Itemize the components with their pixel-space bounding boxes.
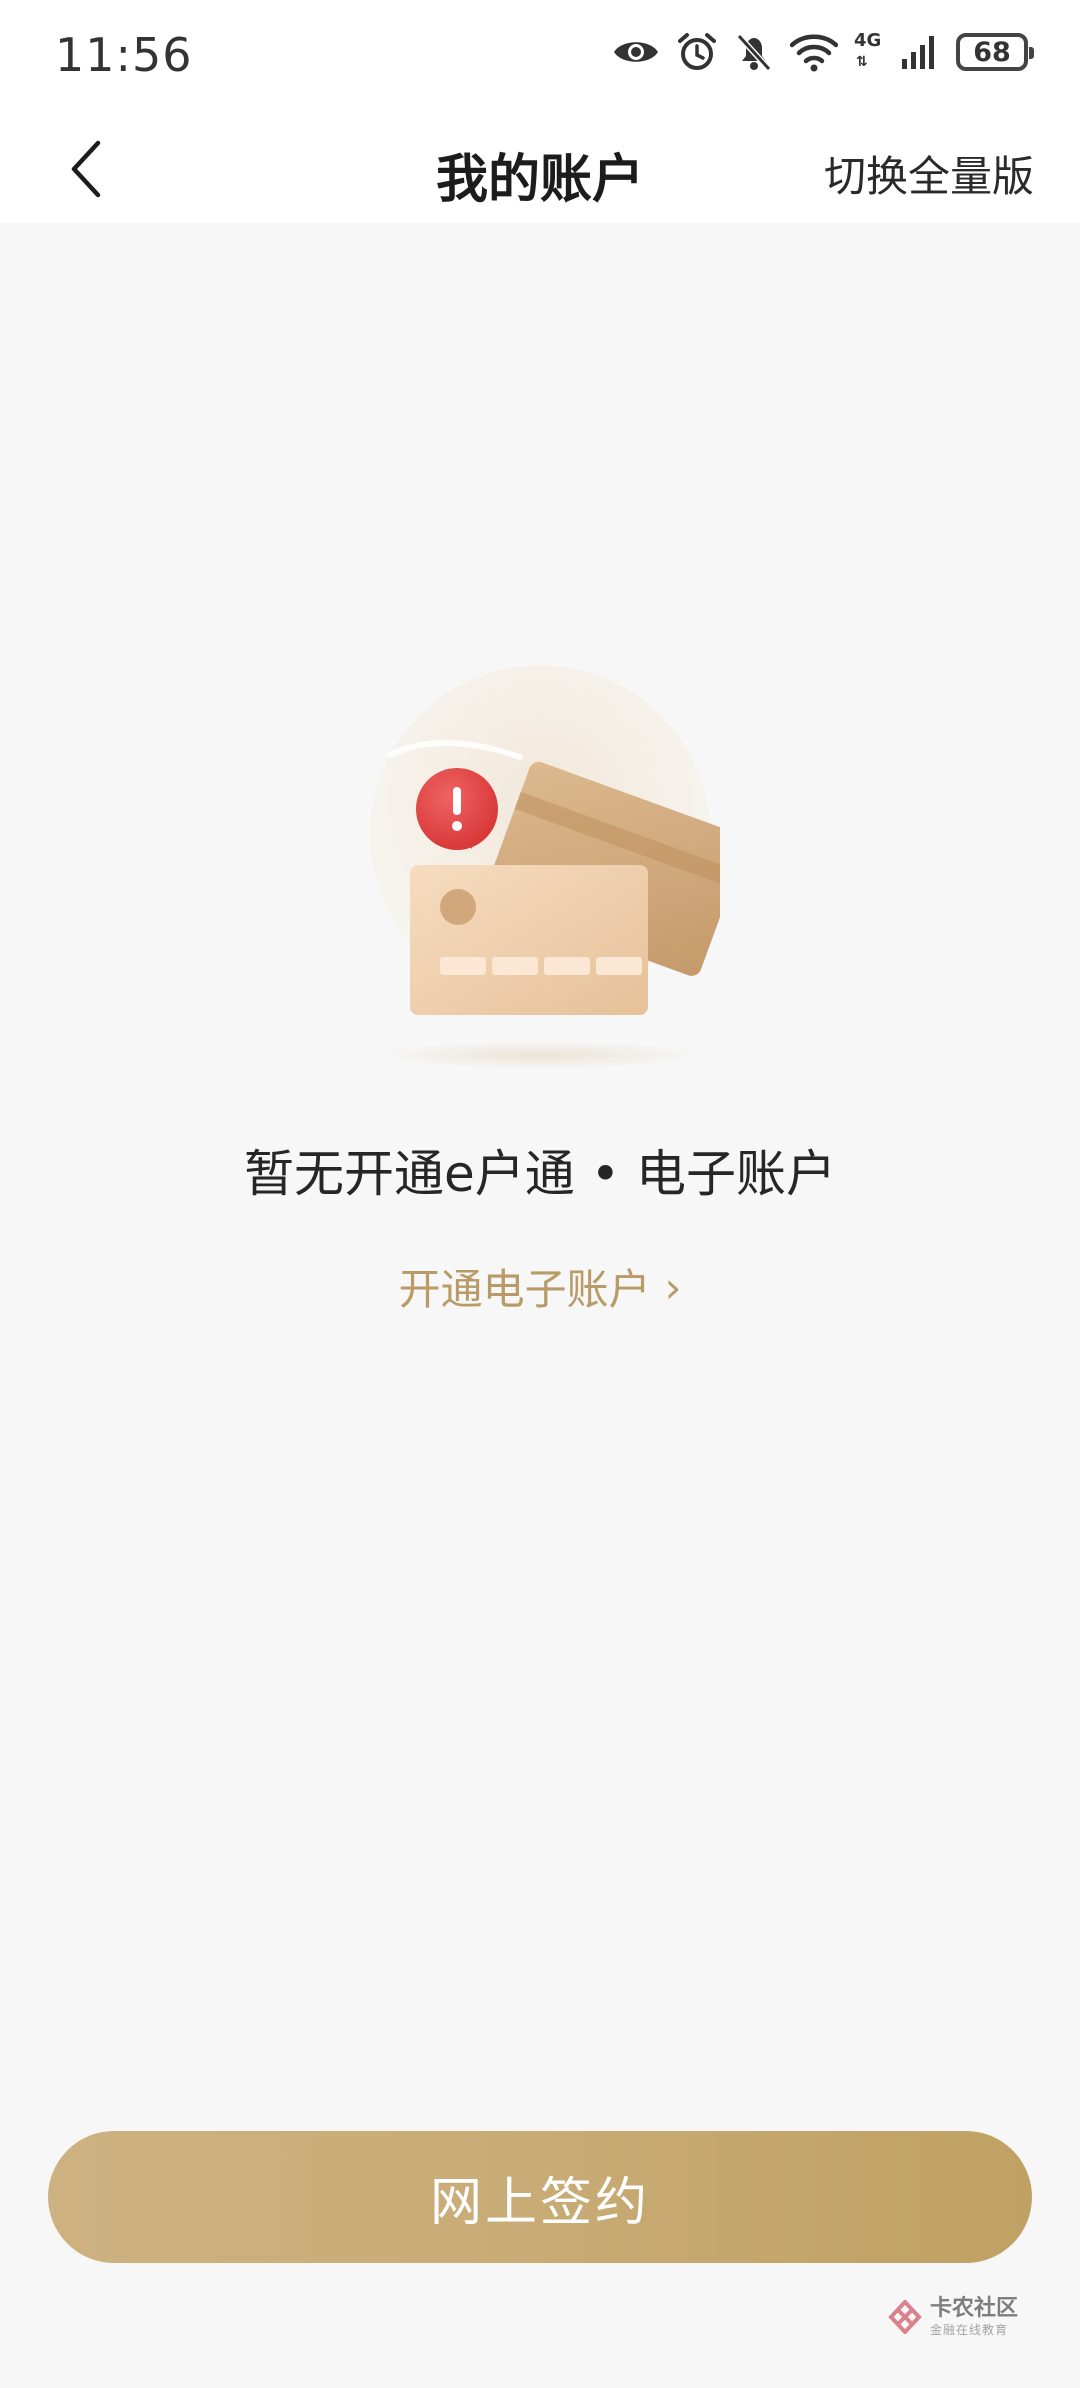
status-time: 11:56 (55, 28, 193, 82)
empty-state-title: 暂无开通e户通 • 电子账户 (243, 1145, 837, 1203)
status-bar: 11:56 4G ⇅ 68 (0, 0, 1080, 115)
online-signing-button[interactable]: 网上签约 (48, 2131, 1032, 2263)
battery-level: 68 (973, 36, 1011, 68)
watermark-sub-text: 金融在线教育 (929, 2323, 1008, 2337)
watermark-main-text: 卡农社区 (929, 2296, 1018, 2321)
network-type-label: 4G ⇅ (854, 30, 882, 70)
cards-warning-illustration (360, 665, 747, 1075)
alarm-icon (678, 33, 716, 70)
knot-logo-icon (888, 2300, 922, 2334)
chevron-right-icon: › (664, 1263, 682, 1312)
open-e-account-link[interactable]: 开通电子账户 › (0, 1256, 1080, 1317)
battery-icon: 68 (956, 33, 1034, 71)
warning-badge-icon (416, 768, 498, 850)
mute-bell-icon (736, 33, 772, 72)
community-watermark: 卡农社区 金融在线教育 (888, 2298, 1018, 2336)
eye-icon (614, 42, 658, 62)
switch-full-version-link[interactable]: 切换全量版 (824, 143, 1034, 204)
wifi-icon (790, 34, 838, 72)
open-e-account-label: 开通电子账户 (398, 1265, 651, 1314)
signal-icon (902, 36, 934, 69)
navigation-bar: 我的账户 切换全量版 (0, 115, 1080, 223)
status-icons: 4G ⇅ 68 (612, 30, 1034, 74)
